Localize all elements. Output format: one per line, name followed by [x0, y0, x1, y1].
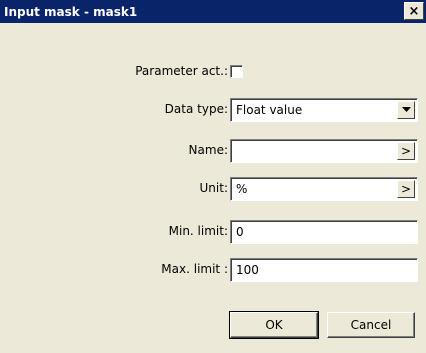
close-icon: ×: [408, 3, 420, 19]
unit-label: Unit:: [199, 181, 228, 195]
parameter-act-row: Parameter act.:: [0, 60, 426, 84]
data-type-label: Data type:: [164, 102, 228, 116]
data-type-select[interactable]: Float value: [230, 98, 418, 122]
min-limit-row: Min. limit: 0: [0, 220, 426, 244]
max-limit-row: Max. limit : 100: [0, 258, 426, 282]
ok-label: OK: [265, 318, 283, 332]
window-title: Input mask - mask1: [4, 4, 138, 19]
chevron-down-icon: [401, 107, 411, 112]
unit-row: Unit: % >: [0, 177, 426, 201]
data-type-row: Data type: Float value: [0, 98, 426, 122]
max-limit-label: Max. limit :: [161, 262, 228, 276]
unit-field[interactable]: % >: [230, 177, 418, 201]
data-type-dropdown-button[interactable]: [397, 101, 415, 119]
min-limit-value: 0: [236, 225, 244, 239]
min-limit-input[interactable]: 0: [230, 220, 418, 244]
name-browse-button[interactable]: >: [397, 142, 415, 160]
close-button[interactable]: ×: [404, 2, 424, 20]
max-limit-value: 100: [236, 263, 259, 277]
parameter-act-checkbox[interactable]: [230, 65, 243, 78]
arrow-right-icon: >: [400, 182, 412, 196]
min-limit-label: Min. limit:: [168, 224, 228, 238]
cancel-label: Cancel: [350, 318, 392, 332]
unit-value: %: [236, 182, 248, 196]
name-label: Name:: [188, 143, 228, 157]
name-row: Name: >: [0, 139, 426, 163]
name-field[interactable]: >: [230, 139, 418, 163]
ok-button[interactable]: OK: [229, 311, 319, 339]
data-type-value: Float value: [236, 103, 303, 117]
unit-browse-button[interactable]: >: [397, 180, 415, 198]
max-limit-input[interactable]: 100: [230, 258, 418, 282]
cancel-button[interactable]: Cancel: [327, 312, 415, 338]
arrow-right-icon: >: [400, 144, 412, 158]
title-bar[interactable]: Input mask - mask1 ×: [0, 0, 426, 23]
parameter-act-label: Parameter act.:: [135, 64, 228, 78]
input-mask-dialog: Input mask - mask1 × Parameter act.: Dat…: [0, 0, 426, 353]
